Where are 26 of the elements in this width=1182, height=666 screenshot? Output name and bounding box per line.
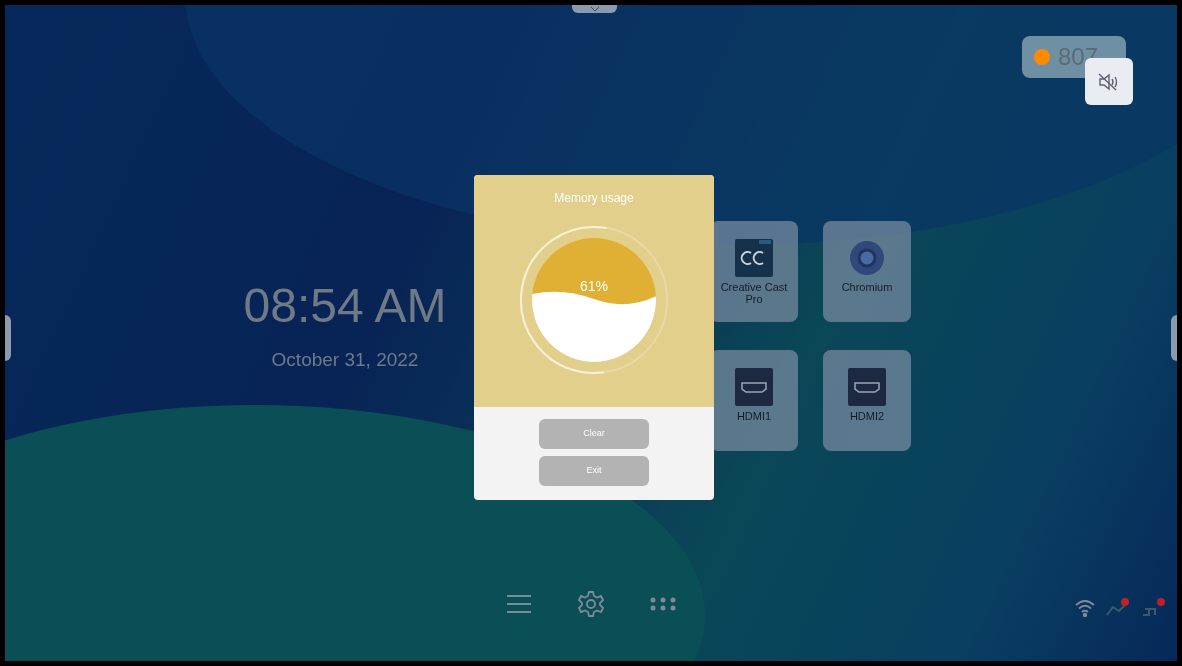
clear-button[interactable]: Clear	[539, 419, 649, 449]
apps-grid-icon[interactable]	[649, 596, 677, 612]
wifi-icon[interactable]	[1075, 599, 1095, 617]
memory-percentage: 61%	[579, 277, 609, 296]
cc-logo-icon	[735, 239, 773, 277]
app-tile[interactable]: HDMI2	[823, 350, 911, 451]
top-pull-handle[interactable]	[572, 5, 617, 13]
dialog-title: Memory usage	[554, 190, 634, 207]
app-label: HDMI2	[848, 410, 886, 422]
app-label: HDMI1	[735, 410, 773, 422]
hdmi-port-icon	[735, 368, 773, 406]
app-label: Chromium	[840, 281, 894, 293]
app-label: Creative Cast Pro	[719, 281, 789, 305]
hdmi-port-icon	[848, 368, 886, 406]
menu-icon[interactable]	[505, 593, 533, 615]
right-side-handle[interactable]	[1171, 315, 1177, 361]
app-tile[interactable]: Chromium	[823, 221, 911, 322]
clock-date: October 31, 2022	[271, 350, 419, 369]
settings-icon[interactable]	[577, 590, 605, 618]
chevron-down-icon	[590, 7, 599, 11]
speaker-muted-icon	[1098, 72, 1120, 91]
left-side-handle[interactable]	[5, 315, 11, 361]
clock-time: 08:54 AM	[243, 282, 447, 330]
exit-button[interactable]: Exit	[539, 456, 649, 486]
network-error-icon[interactable]	[1141, 597, 1167, 619]
browser-logo-icon	[848, 239, 886, 277]
